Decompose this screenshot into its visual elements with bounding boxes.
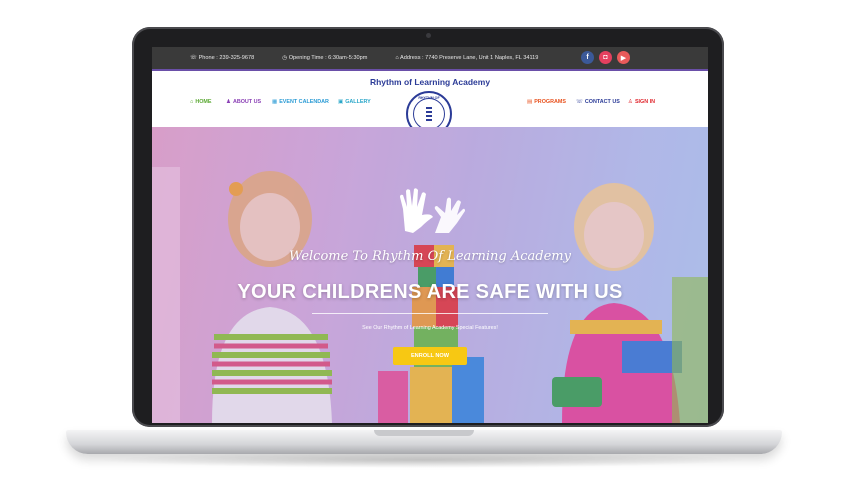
nav-contact[interactable]: ☏ CONTACT US bbox=[576, 99, 620, 105]
address-info: ⌂ Address : 7740 Preserve Lane, Unit 1 N… bbox=[395, 55, 539, 61]
phone-icon: ☏ bbox=[576, 99, 583, 105]
laptop-notch bbox=[374, 430, 474, 436]
nav-event-calendar-label: EVENT CALENDAR bbox=[279, 99, 329, 105]
facebook-icon[interactable]: f bbox=[581, 51, 594, 64]
hero-banner: Welcome To Rhythm Of Learning Academy YO… bbox=[152, 127, 708, 423]
nav-event-calendar[interactable]: ▦ EVENT CALENDAR bbox=[272, 99, 329, 105]
briefcase-icon: ▤ bbox=[527, 99, 533, 105]
enroll-now-button[interactable]: ENROLL NOW bbox=[393, 347, 467, 365]
nav-gallery[interactable]: ▣ GALLERY bbox=[338, 99, 371, 105]
nav-programs[interactable]: ▤ PROGRAMS bbox=[527, 99, 566, 105]
main-nav: Rhythm of Learning Academy ⌂ HOME ♟ ABOU… bbox=[152, 69, 708, 137]
users-icon: ♟ bbox=[226, 99, 231, 105]
phone-info: ☏ Phone : 239-325-9678 bbox=[190, 55, 255, 61]
nav-programs-label: PROGRAMS bbox=[534, 99, 566, 105]
hero-divider bbox=[312, 313, 548, 314]
webcam bbox=[426, 33, 431, 38]
hours-info: ◷ Opening Time : 6:30am-5:30pm bbox=[282, 55, 368, 61]
top-info-bar: ☏ Phone : 239-325-9678 ◷ Opening Time : … bbox=[152, 47, 708, 69]
calendar-icon: ▦ bbox=[272, 99, 278, 105]
nav-signin[interactable]: ♙ SIGN IN bbox=[628, 99, 655, 105]
hero-subtitle: See Our Rhythm of Learning Academy Speci… bbox=[362, 325, 498, 331]
lighthouse-icon bbox=[426, 107, 432, 121]
image-icon: ▣ bbox=[338, 99, 344, 105]
home-icon: ⌂ bbox=[190, 99, 194, 105]
nav-about[interactable]: ♟ ABOUT US bbox=[226, 99, 261, 105]
phone-text: Phone : 239-325-9678 bbox=[198, 55, 255, 61]
laptop-shadow bbox=[96, 452, 750, 468]
laptop-screen: ☏ Phone : 239-325-9678 ◷ Opening Time : … bbox=[152, 47, 708, 423]
youtube-icon[interactable]: ▶ bbox=[617, 51, 630, 64]
laptop-base bbox=[66, 430, 782, 454]
user-icon: ♙ bbox=[628, 99, 633, 105]
address-text: Address : 7740 Preserve Lane, Unit 1 Nap… bbox=[399, 55, 539, 61]
nav-gallery-label: GALLERY bbox=[345, 99, 371, 105]
site-title: Rhythm of Learning Academy bbox=[369, 77, 491, 87]
hands-icon bbox=[400, 188, 465, 233]
hero-headline: YOUR CHILDRENS ARE SAFE WITH US bbox=[237, 281, 623, 303]
social-links: f ◘ ▶ bbox=[576, 51, 630, 64]
nav-contact-label: CONTACT US bbox=[584, 99, 620, 105]
nav-about-label: ABOUT US bbox=[232, 99, 262, 105]
nav-home-label: HOME bbox=[195, 99, 212, 105]
laptop-lid: ☏ Phone : 239-325-9678 ◷ Opening Time : … bbox=[132, 27, 724, 427]
nav-home[interactable]: ⌂ HOME bbox=[190, 99, 212, 105]
hero-welcome: Welcome To Rhythm Of Learning Academy bbox=[289, 249, 571, 264]
logo-emblem bbox=[413, 98, 445, 130]
nav-signin-label: SIGN IN bbox=[634, 99, 656, 105]
hours-text: Opening Time : 6:30am-5:30pm bbox=[288, 55, 368, 61]
hero-overlay bbox=[152, 127, 708, 423]
instagram-icon[interactable]: ◘ bbox=[599, 51, 612, 64]
